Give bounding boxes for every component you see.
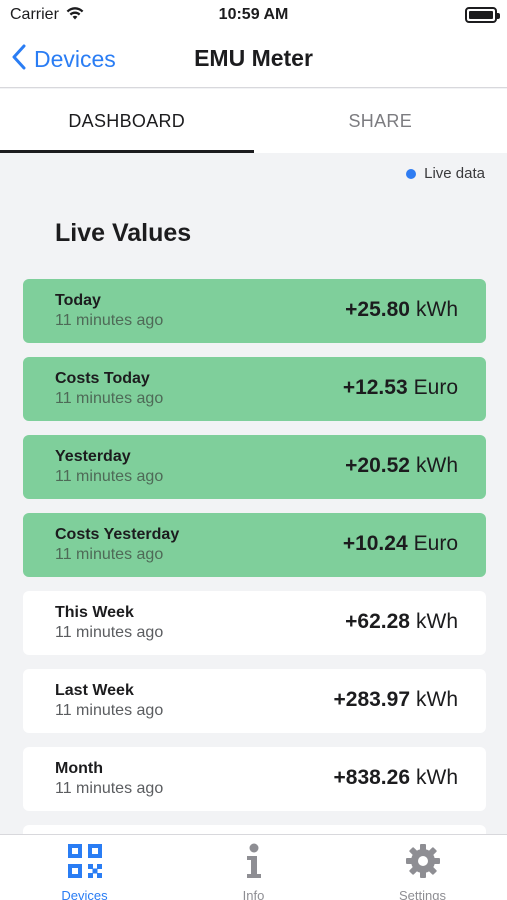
value-card-yesterday[interactable]: Yesterday 11 minutes ago +20.52 kWh <box>23 435 486 499</box>
card-unit: Euro <box>413 532 458 555</box>
card-value: +838.26 kWh <box>334 766 459 790</box>
value-card-costs-yesterday[interactable]: Costs Yesterday 11 minutes ago +10.24 Eu… <box>23 513 486 577</box>
battery-icon <box>465 7 500 23</box>
card-unit: kWh <box>416 610 458 633</box>
card-name: Month <box>55 760 103 777</box>
card-value: +12.53 Euro <box>343 376 458 400</box>
card-value: +62.28 kWh <box>345 610 458 634</box>
tab-bar-label: Info <box>242 888 265 900</box>
card-unit: kWh <box>416 454 458 477</box>
page-title: EMU Meter <box>194 45 313 71</box>
card-name: Costs Yesterday <box>55 526 180 543</box>
card-number: +12.53 <box>342 376 408 399</box>
card-time: 11 minutes ago <box>55 780 164 797</box>
info-icon <box>244 843 264 884</box>
card-number: +10.24 <box>342 532 408 555</box>
live-values-list: Today 11 minutes ago +25.80 kWh Costs To… <box>23 279 486 834</box>
dashboard-content[interactable]: Live data Live Values Today 11 minutes a… <box>0 153 507 834</box>
wifi-icon <box>65 5 85 26</box>
tab-bar-info[interactable]: Info <box>169 835 338 900</box>
card-number: +838.26 <box>333 766 411 789</box>
card-number: +283.97 <box>333 688 411 711</box>
card-value: +25.80 kWh <box>345 298 458 322</box>
value-card-this-week[interactable]: This Week 11 minutes ago +62.28 kWh <box>23 591 486 655</box>
card-time: 11 minutes ago <box>55 624 164 641</box>
card-time: 11 minutes ago <box>55 468 164 485</box>
tab-bar-devices[interactable]: Devices <box>0 835 169 900</box>
card-time: 11 minutes ago <box>55 702 164 719</box>
value-card-last-week[interactable]: Last Week 11 minutes ago +283.97 kWh <box>23 669 486 733</box>
card-unit: kWh <box>416 298 458 321</box>
card-name: Last Week <box>55 682 134 699</box>
card-time: 11 minutes ago <box>55 390 164 407</box>
tab-bar-label: Devices <box>61 888 108 900</box>
card-number: +20.52 <box>345 454 410 477</box>
card-number: +25.80 <box>345 298 410 321</box>
live-data-indicator: Live data <box>406 165 485 182</box>
card-unit: kWh <box>416 688 458 711</box>
card-unit: kWh <box>416 766 458 789</box>
live-data-label: Live data <box>424 165 485 182</box>
tab-bar-label: Settings <box>399 888 446 900</box>
card-name: Yesterday <box>55 448 131 465</box>
value-card-today[interactable]: Today 11 minutes ago +25.80 kWh <box>23 279 486 343</box>
live-dot-icon <box>406 168 417 179</box>
card-name: Costs Today <box>55 370 150 387</box>
qr-code-icon <box>67 843 103 884</box>
value-card-costs-today[interactable]: Costs Today 11 minutes ago +12.53 Euro <box>23 357 486 421</box>
tab-dashboard[interactable]: DASHBOARD <box>0 89 254 153</box>
card-time: 11 minutes ago <box>55 546 164 563</box>
gear-icon <box>405 843 441 884</box>
card-value: +20.52 kWh <box>345 454 458 478</box>
bottom-tab-bar: Devices Info Settings <box>0 834 507 900</box>
navigation-bar: Devices EMU Meter <box>0 30 507 88</box>
card-value: +283.97 kWh <box>334 688 459 712</box>
value-card-month[interactable]: Month 11 minutes ago +838.26 kWh <box>23 747 486 811</box>
card-number: +62.28 <box>345 610 410 633</box>
carrier-label: Carrier <box>10 6 59 23</box>
status-left: Carrier <box>10 5 85 26</box>
status-bar: Carrier 10:59 AM <box>0 0 507 30</box>
tab-share[interactable]: SHARE <box>254 89 507 153</box>
card-name: This Week <box>55 604 134 621</box>
section-title: Live Values <box>55 219 192 247</box>
segment-tabs: DASHBOARD SHARE <box>0 89 507 153</box>
card-value: +10.24 Euro <box>343 532 458 556</box>
card-time: 11 minutes ago <box>55 312 164 329</box>
value-card-partial[interactable] <box>23 825 486 834</box>
tab-bar-settings[interactable]: Settings <box>338 835 507 900</box>
card-name: Today <box>55 292 101 309</box>
card-unit: Euro <box>413 376 458 399</box>
